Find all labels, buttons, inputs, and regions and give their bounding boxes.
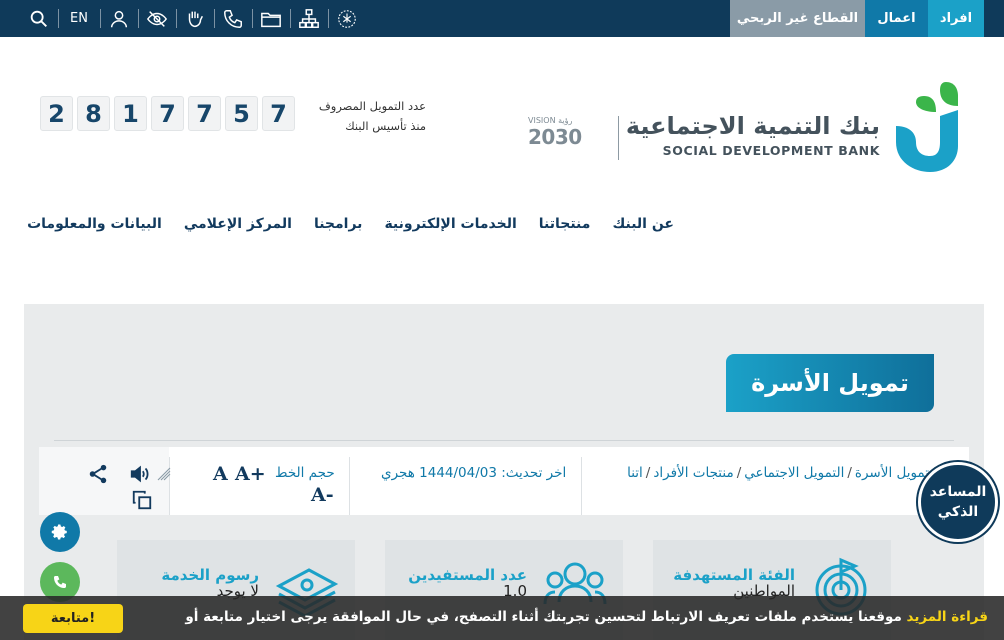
login-button[interactable] [100, 0, 138, 37]
counter-digit: 7 [188, 96, 221, 131]
font-size-label: حجم الخط [275, 465, 335, 481]
reading-icon[interactable] [155, 463, 173, 485]
user-icon [110, 10, 128, 27]
sign-language-button[interactable] [176, 0, 214, 37]
documents-button[interactable] [252, 0, 290, 37]
settings-button[interactable] [40, 512, 80, 552]
vision-year: 2030 [528, 125, 582, 149]
logo-divider [618, 116, 619, 160]
page-title: تمويل الأسرة [726, 354, 934, 412]
smart-assistant-button[interactable]: المساعد الذكي [918, 462, 998, 542]
assistant-label: المساعد [929, 484, 987, 500]
sign-language-icon [188, 11, 203, 27]
counter-digit: 7 [151, 96, 184, 131]
page-info-strip: تمويل الأسرة/التمويل الاجتماعي/منتجات ال… [39, 447, 969, 515]
gear-icon [51, 524, 67, 540]
folder-icon [261, 12, 281, 27]
counter-digit: 8 [77, 96, 110, 131]
search-button[interactable] [20, 0, 58, 37]
bank-logo[interactable]: بنك التنمية الاجتماعية SOCIAL DEVELOPMEN… [528, 76, 960, 176]
nonprofit-tab[interactable]: القطاع غير الربحي [730, 0, 865, 37]
breadcrumb-item[interactable]: اتنا [627, 465, 643, 481]
nav-media-center[interactable]: المركز الإعلامي [184, 216, 292, 232]
counter-digit: 2 [40, 96, 73, 131]
national-emblem[interactable] [328, 0, 366, 37]
share-icon[interactable] [87, 463, 109, 485]
breadcrumb-separator: / [736, 465, 742, 481]
cookie-accept-button[interactable]: متابعة! [23, 604, 123, 633]
counter-digit: 7 [262, 96, 295, 131]
counter-digit: 5 [225, 96, 258, 131]
strip-divider [581, 457, 582, 515]
font-increase-button[interactable]: A+ [235, 463, 266, 485]
breadcrumb-separator: / [847, 465, 852, 481]
financing-counter: 2 8 1 7 7 5 7 [40, 96, 295, 131]
search-icon [30, 10, 47, 27]
cookie-text: موقعنا يستخدم ملفات تعريف الارتباط لتحسي… [185, 609, 902, 625]
visual-impairment-button[interactable] [138, 0, 176, 37]
phone-icon [54, 576, 66, 588]
divider [54, 440, 954, 441]
vision-label: VISION رؤية [528, 116, 573, 125]
bank-name-english: SOCIAL DEVELOPMENT BANK [662, 143, 880, 158]
nav-data-info[interactable]: البيانات والمعلومات [27, 216, 162, 232]
breadcrumb: تمويل الأسرة/التمويل الاجتماعي/منتجات ال… [627, 465, 929, 481]
nav-e-services[interactable]: الخدمات الإلكترونية [384, 216, 516, 232]
nav-products[interactable]: منتجاتنا [539, 216, 591, 232]
read-more-link[interactable]: قراءة المزيد [907, 609, 988, 625]
business-tab[interactable]: اعمال [865, 0, 928, 37]
counter-digit: 1 [114, 96, 147, 131]
individuals-tab[interactable]: افراد [928, 0, 984, 37]
breadcrumb-separator: / [645, 465, 651, 481]
cookie-message: قراءة المزيد موقعنا يستخدم ملفات تعريف ا… [185, 609, 988, 625]
counter-label-since: منذ تأسيس البنك [345, 119, 426, 133]
assistant-label: الذكي [937, 504, 979, 520]
breadcrumb-item[interactable]: منتجات الأفراد [653, 465, 733, 481]
nav-programs[interactable]: برامجنا [314, 216, 363, 232]
cookie-banner: قراءة المزيد موقعنا يستخدم ملفات تعريف ا… [0, 596, 1004, 640]
counter-labels: عدد التمويل المصروف منذ تأسيس البنك [300, 96, 426, 136]
breadcrumb-item[interactable]: التمويل الاجتماعي [744, 465, 844, 481]
language-switch[interactable]: EN [58, 0, 100, 37]
strip-divider [349, 457, 350, 515]
font-reset-button[interactable]: A [213, 463, 228, 485]
bank-logo-mark [896, 82, 958, 172]
main-nav: عن البنك منتجاتنا الخدمات الإلكترونية بر… [27, 216, 674, 232]
nav-about[interactable]: عن البنك [612, 216, 674, 232]
last-updated: اخر تحديث: 1444/04/03 هجري [381, 465, 567, 481]
sitemap-button[interactable] [290, 0, 328, 37]
call-button[interactable] [214, 0, 252, 37]
vision-2030-logo: VISION رؤية 2030 [528, 116, 596, 162]
emblem-icon [338, 9, 356, 28]
bank-name-arabic: بنك التنمية الاجتماعية [625, 112, 880, 140]
sitemap-icon [299, 8, 319, 28]
eye-slash-icon [146, 10, 168, 27]
page-tools [39, 447, 171, 515]
counter-label-financing: عدد التمويل المصروف [318, 99, 426, 113]
speaker-icon[interactable] [129, 463, 151, 485]
phone-icon [224, 9, 242, 28]
breadcrumb-item[interactable]: تمويل الأسرة [855, 465, 929, 481]
copy-icon[interactable] [131, 489, 153, 511]
font-decrease-button[interactable]: A- [311, 484, 334, 506]
accessibility-toolbar: EN [20, 0, 366, 37]
top-bar: افراد اعمال القطاع غير الربحي EN [0, 0, 1004, 37]
